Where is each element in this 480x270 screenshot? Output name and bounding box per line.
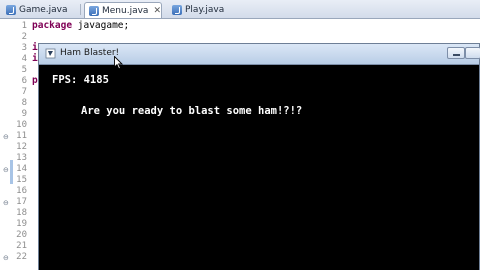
- code-line-1: package javagame;: [32, 20, 129, 31]
- tab-game-java[interactable]: Game.java: [2, 2, 72, 17]
- java-file-icon: [6, 4, 16, 15]
- line-number: 12: [16, 142, 27, 152]
- window-title: Ham Blaster!: [60, 48, 120, 58]
- line-number: 6: [21, 76, 27, 86]
- line-number: 7: [21, 87, 27, 97]
- line-number: 3: [21, 43, 27, 53]
- keyword: i: [32, 42, 38, 53]
- game-canvas[interactable]: FPS: 4185 Are you ready to blast some ha…: [39, 65, 479, 270]
- fps-counter: FPS: 4185: [52, 74, 109, 86]
- fold-marker-icon[interactable]: ⊖: [3, 254, 9, 262]
- code-line-5: i: [32, 53, 38, 64]
- cursor-icon: [114, 56, 123, 70]
- line-number: 19: [16, 219, 27, 229]
- java-file-icon: [172, 4, 182, 15]
- line-number: 21: [16, 241, 27, 251]
- ham-blaster-window[interactable]: Ham Blaster! FPS: 4185 Are you ready to …: [38, 43, 480, 270]
- line-number: 8: [21, 98, 27, 108]
- minimize-icon[interactable]: [447, 47, 465, 59]
- menu-message: Are you ready to blast some ham!?!?: [81, 105, 303, 117]
- line-number: 9: [21, 109, 27, 119]
- tab-play-java[interactable]: Play.java: [168, 2, 228, 17]
- fold-marker-icon[interactable]: ⊖: [3, 199, 9, 207]
- fold-marker-icon[interactable]: ⊖: [3, 166, 9, 174]
- close-icon[interactable]: ✕: [153, 6, 161, 16]
- tab-label: Game.java: [19, 4, 68, 15]
- line-number: 20: [16, 230, 27, 240]
- line-number: 4: [21, 54, 27, 64]
- maximize-button[interactable]: [465, 47, 480, 59]
- tab-label: Play.java: [185, 4, 225, 15]
- line-number: 5: [21, 65, 27, 75]
- tab-separator: [80, 4, 81, 15]
- fold-marker-icon[interactable]: ⊖: [3, 133, 9, 141]
- tab-menu-java[interactable]: Menu.java ✕: [84, 2, 162, 18]
- line-number: 16: [16, 186, 27, 196]
- editor-tab-bar: Game.java Menu.java ✕ Play.java: [0, 0, 480, 19]
- line-number: 2: [21, 32, 27, 42]
- code-text: javagame;: [72, 20, 130, 31]
- code-line-4: i: [32, 42, 38, 53]
- line-number: 18: [16, 208, 27, 218]
- line-number: 10: [16, 120, 27, 130]
- tab-label: Menu.java: [102, 5, 149, 16]
- keyword: p: [32, 75, 38, 86]
- window-titlebar[interactable]: Ham Blaster!: [39, 44, 480, 65]
- line-number-gutter: 1 2 3 4 5 6 7 8 9 10 11 12 13 14 15 16 1…: [0, 19, 28, 270]
- line-number: 1: [21, 21, 27, 31]
- app-icon: [45, 48, 56, 59]
- line-number: 13: [16, 153, 27, 163]
- code-line-7: p: [32, 75, 38, 86]
- line-number: 15: [16, 175, 27, 185]
- keyword: package: [32, 20, 73, 31]
- keyword: i: [32, 53, 38, 64]
- java-file-icon: [89, 5, 99, 16]
